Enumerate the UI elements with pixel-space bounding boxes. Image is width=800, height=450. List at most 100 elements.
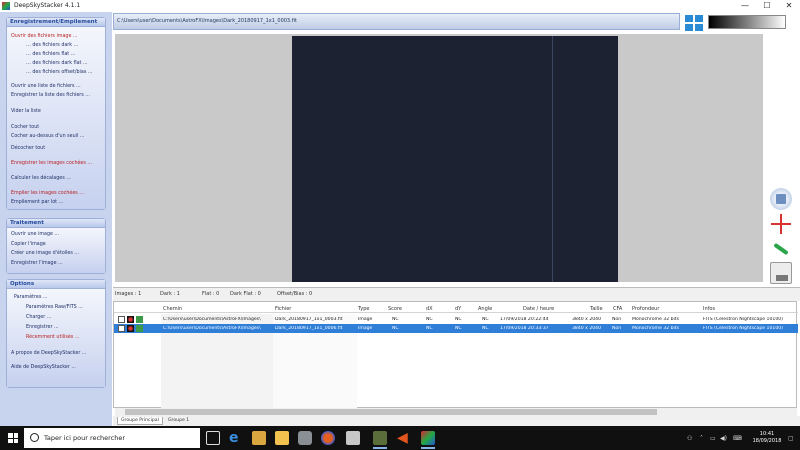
people-icon[interactable]: ⚇ — [687, 435, 692, 442]
language-icon[interactable]: ⌨ — [733, 435, 742, 442]
title-bar: DeepSkyStacker 4.1.1 — ☐ ✕ — [0, 0, 800, 12]
batch-stacking-link[interactable]: Empilement par lot ... — [11, 200, 63, 205]
vlc-icon[interactable]: ◀ — [397, 431, 411, 445]
grid-view-icon[interactable] — [685, 15, 703, 31]
column-header[interactable]: Score — [388, 306, 402, 312]
column-header[interactable]: Taille — [590, 306, 603, 312]
edge-browser-icon[interactable]: e — [229, 431, 243, 445]
save-settings-link[interactable]: Enregistrer ... — [26, 325, 59, 330]
row-checkbox[interactable] — [118, 325, 125, 332]
column-header[interactable]: Profondeur — [632, 306, 659, 312]
network-icon[interactable]: ▭ — [710, 435, 716, 442]
register-checked-link[interactable]: Enregistrer les images cochées ... — [11, 161, 92, 166]
app-icon[interactable] — [298, 431, 312, 445]
open-file-list-link[interactable]: Ouvrir une liste de fichiers ... — [11, 84, 81, 89]
datetime-cell: 17/09/2018 20:22:44 — [500, 317, 549, 322]
stats-bar: Images : 1 Dark : 1 Flat : 0 Dark Flat :… — [113, 287, 800, 301]
chevron-up-icon[interactable]: ˄ — [700, 435, 703, 442]
table-row[interactable]: C:\Users\user\Documents\AstroFX\Images\ … — [114, 315, 798, 324]
dark-count: Dark : 1 — [160, 291, 180, 297]
save-file-list-link[interactable]: Enregistrer la liste des fichiers ... — [11, 93, 90, 98]
check-all-link[interactable]: Cocher tout — [11, 125, 39, 130]
notification-icon[interactable]: ▢ — [788, 435, 794, 442]
taskbar-clock[interactable]: 10:41 18/09/2018 — [747, 431, 787, 445]
uncheck-all-link[interactable]: Décocher tout — [11, 146, 45, 151]
store-icon[interactable] — [252, 431, 266, 445]
open-darks-link[interactable]: … des fichiers dark ... — [26, 43, 78, 48]
table-header: Chemin Fichier Type Score dX dY Angle Da… — [114, 304, 798, 313]
disk-save-icon[interactable] — [770, 188, 792, 210]
stack-checked-link[interactable]: Empiler les images cochées ... — [11, 191, 84, 196]
type-cell: Image — [358, 317, 373, 322]
file-explorer-icon[interactable] — [275, 431, 289, 445]
dy-cell: NC — [455, 326, 462, 331]
maximize-button[interactable]: ☐ — [756, 0, 778, 12]
deepskystacker-taskbar-icon[interactable] — [421, 431, 435, 449]
angle-cell: NC — [482, 317, 489, 322]
row-checkbox[interactable] — [118, 316, 125, 323]
tab-group-1[interactable]: Groupe 1 — [165, 417, 192, 424]
viewer-tools-column — [764, 180, 798, 286]
check-above-threshold-link[interactable]: Cocher au-dessus d'un seuil ... — [11, 134, 84, 139]
save-image-link[interactable]: Enregistrer l'image ... — [11, 261, 63, 266]
dy-cell: NC — [455, 317, 462, 322]
save-edits-icon[interactable] — [770, 262, 792, 284]
app-window-icon[interactable] — [346, 431, 360, 445]
path-cell: C:\Users\user\Documents\AstroFX\Images\ — [163, 326, 261, 331]
compute-offsets-link[interactable]: Calculer les décalages ... — [11, 176, 71, 181]
windows-start-icon[interactable] — [8, 433, 18, 443]
offset-count: Offset/Bias : 0 — [277, 291, 313, 297]
search-placeholder: Taper ici pour rechercher — [44, 434, 126, 442]
horizontal-scrollbar[interactable] — [115, 408, 797, 416]
scrollbar-thumb[interactable] — [125, 409, 657, 415]
open-images-link[interactable]: Ouvrir des fichiers image ... — [11, 34, 78, 39]
comet-marker-icon[interactable] — [770, 238, 792, 260]
column-header[interactable]: Type — [358, 306, 369, 312]
minimize-button[interactable]: — — [734, 0, 756, 12]
search-icon — [30, 433, 39, 442]
registering-stacking-group: Enregistrement/Empilement Ouvrir des fic… — [6, 17, 106, 210]
column-header[interactable]: CFA — [613, 306, 622, 312]
column-header[interactable]: Date / heure — [523, 306, 554, 312]
column-header[interactable]: dY — [455, 306, 461, 312]
taskbar-search-box[interactable]: Taper ici pour rechercher — [24, 428, 200, 448]
recent-settings-link[interactable]: Récemment utilisés ... — [26, 335, 79, 340]
column-header[interactable]: Chemin — [163, 306, 182, 312]
star-marker-icon[interactable] — [770, 213, 792, 235]
histogram-gradient-slider[interactable] — [708, 15, 786, 29]
raw-fits-settings-link[interactable]: Paramètres Raw/FITS ... — [26, 305, 83, 310]
file-cell: Dark_20180917_1x1_0003.fit — [275, 317, 343, 322]
table-row-selected[interactable]: C:\Users\user\Documents\AstroFX\Images\ … — [114, 324, 798, 333]
group-title: Traitement — [7, 219, 105, 228]
column-header[interactable]: Fichier — [275, 306, 291, 312]
clear-list-link[interactable]: Vider la liste — [11, 109, 41, 114]
column-header[interactable]: Angle — [478, 306, 492, 312]
column-header[interactable]: Infos — [703, 306, 715, 312]
info-cell: FITS (Celestron Nightscape 10100) — [703, 317, 783, 322]
create-star-mask-link[interactable]: Créer une image d'étoiles ... — [11, 251, 79, 256]
open-dark-flats-link[interactable]: … des fichiers dark flat ... — [26, 61, 88, 66]
settings-link[interactable]: Paramètres ... — [14, 295, 47, 300]
task-view-icon[interactable] — [206, 431, 220, 445]
open-image-link[interactable]: Ouvrir une image ... — [11, 232, 59, 237]
open-flats-link[interactable]: … des fichiers flat ... — [26, 52, 75, 57]
dark-frame-image[interactable] — [292, 36, 618, 282]
column-header[interactable]: dX — [426, 306, 433, 312]
help-link[interactable]: Aide de DeepSkyStacker ... — [11, 365, 76, 370]
flat-count: Flat : 0 — [202, 291, 220, 297]
load-settings-link[interactable]: Charger ... — [26, 315, 51, 320]
info-cell: FITS (Celestron Nightscape 10100) — [703, 326, 783, 331]
volume-icon[interactable]: ◀) — [720, 435, 727, 442]
open-offsets-link[interactable]: … des fichiers offset/bias ... — [26, 70, 92, 75]
tab-main-group[interactable]: Groupe Principal — [117, 417, 163, 425]
copy-image-link[interactable]: Copier l'image — [11, 242, 46, 247]
camera-app-icon[interactable] — [373, 431, 387, 449]
firefox-icon[interactable] — [321, 431, 335, 445]
image-type-icon — [136, 316, 143, 323]
group-title: Options — [7, 280, 105, 289]
file-path-text: C:\Users\user\Documents\AstroFX\Images\D… — [117, 18, 297, 24]
datetime-cell: 17/09/2018 20:33:37 — [500, 326, 549, 331]
about-link[interactable]: A propos de DeepSkyStacker ... — [11, 351, 86, 356]
close-button[interactable]: ✕ — [778, 0, 800, 12]
group-title: Enregistrement/Empilement — [7, 18, 105, 27]
